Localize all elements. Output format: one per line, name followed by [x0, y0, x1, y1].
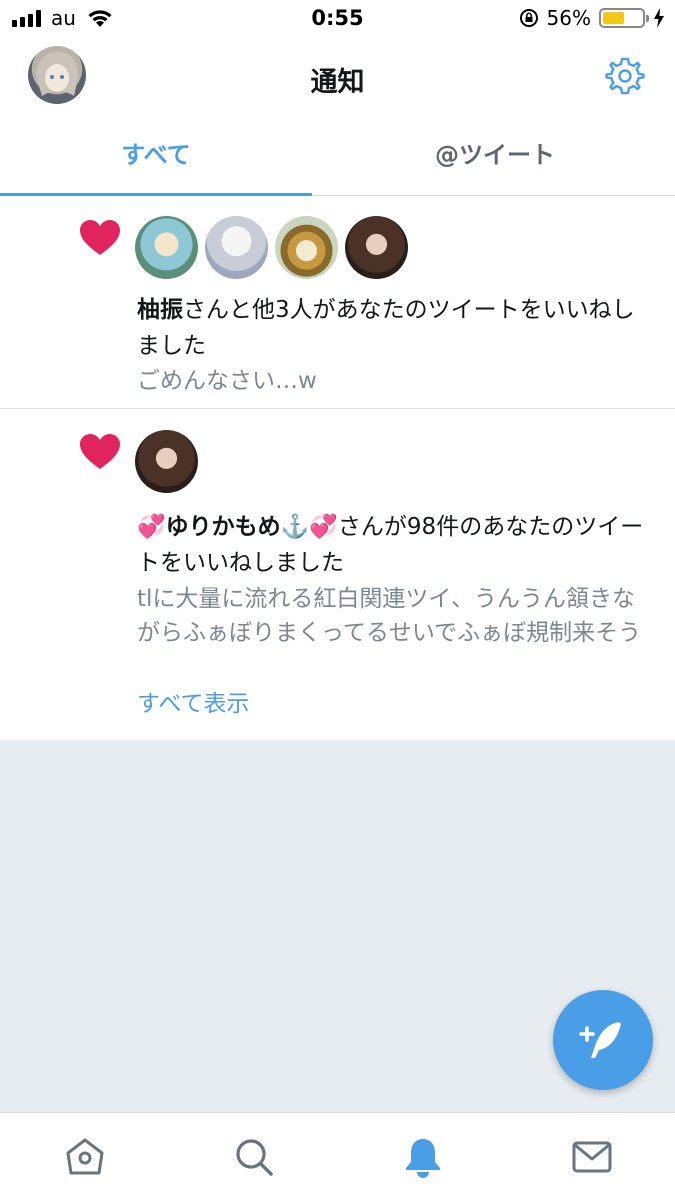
avatar[interactable] — [275, 216, 338, 279]
notification-item[interactable]: 柚振さんと他3人があなたのツイートをいいねしました ごめんなさい…w — [0, 196, 675, 409]
charging-bolt-icon — [654, 8, 664, 28]
home-icon[interactable] — [63, 1135, 107, 1179]
show-all-link[interactable]: すべて表示 — [137, 684, 249, 718]
compose-button[interactable] — [553, 990, 653, 1090]
avatar[interactable] — [135, 216, 198, 279]
notification-text: 💞ゆりかもめ⚓️💞さんが98件のあなたのツイートをいいねしました — [137, 514, 644, 576]
user-name[interactable]: 💞ゆりかもめ⚓️💞 — [137, 514, 338, 540]
rotation-lock-icon — [519, 9, 538, 27]
notification-item[interactable]: 💞ゆりかもめ⚓️💞さんが98件のあなたのツイートをいいねしました tlに大量に流… — [0, 410, 675, 740]
user-name[interactable]: 柚振 — [137, 297, 183, 323]
bottom-tab-bar — [0, 1112, 675, 1200]
gear-icon[interactable] — [605, 56, 645, 96]
notification-tabs: すべて @ツイート — [0, 116, 675, 197]
mail-icon[interactable] — [570, 1135, 614, 1179]
avatar[interactable] — [205, 216, 268, 279]
tweet-preview: ごめんなさい…w — [137, 368, 317, 394]
page-title: 通知 — [310, 67, 365, 98]
tab-all[interactable]: すべて — [0, 116, 312, 197]
notification-text: 柚振さんと他3人があなたのツイートをいいねしました — [137, 297, 635, 359]
heart-icon — [80, 434, 120, 469]
search-icon[interactable] — [232, 1135, 276, 1179]
status-bar: au 0:55 56% — [0, 0, 675, 38]
battery-icon — [599, 8, 649, 28]
heart-icon — [80, 220, 120, 255]
avatar[interactable] — [345, 216, 408, 279]
liker-avatars — [135, 430, 198, 493]
bell-icon[interactable] — [401, 1135, 445, 1179]
tab-mentions[interactable]: @ツイート — [330, 116, 660, 196]
liker-avatars — [135, 216, 408, 279]
avatar[interactable] — [135, 430, 198, 493]
compose-tweet-icon — [579, 1022, 621, 1058]
battery-percent: 56% — [546, 6, 591, 30]
tweet-preview: tlに大量に流れる紅白関連ツイ、うんうん頷きながらふぁぼりまくってるせいでふぁぼ… — [137, 586, 642, 646]
header: 通知 — [0, 38, 675, 116]
